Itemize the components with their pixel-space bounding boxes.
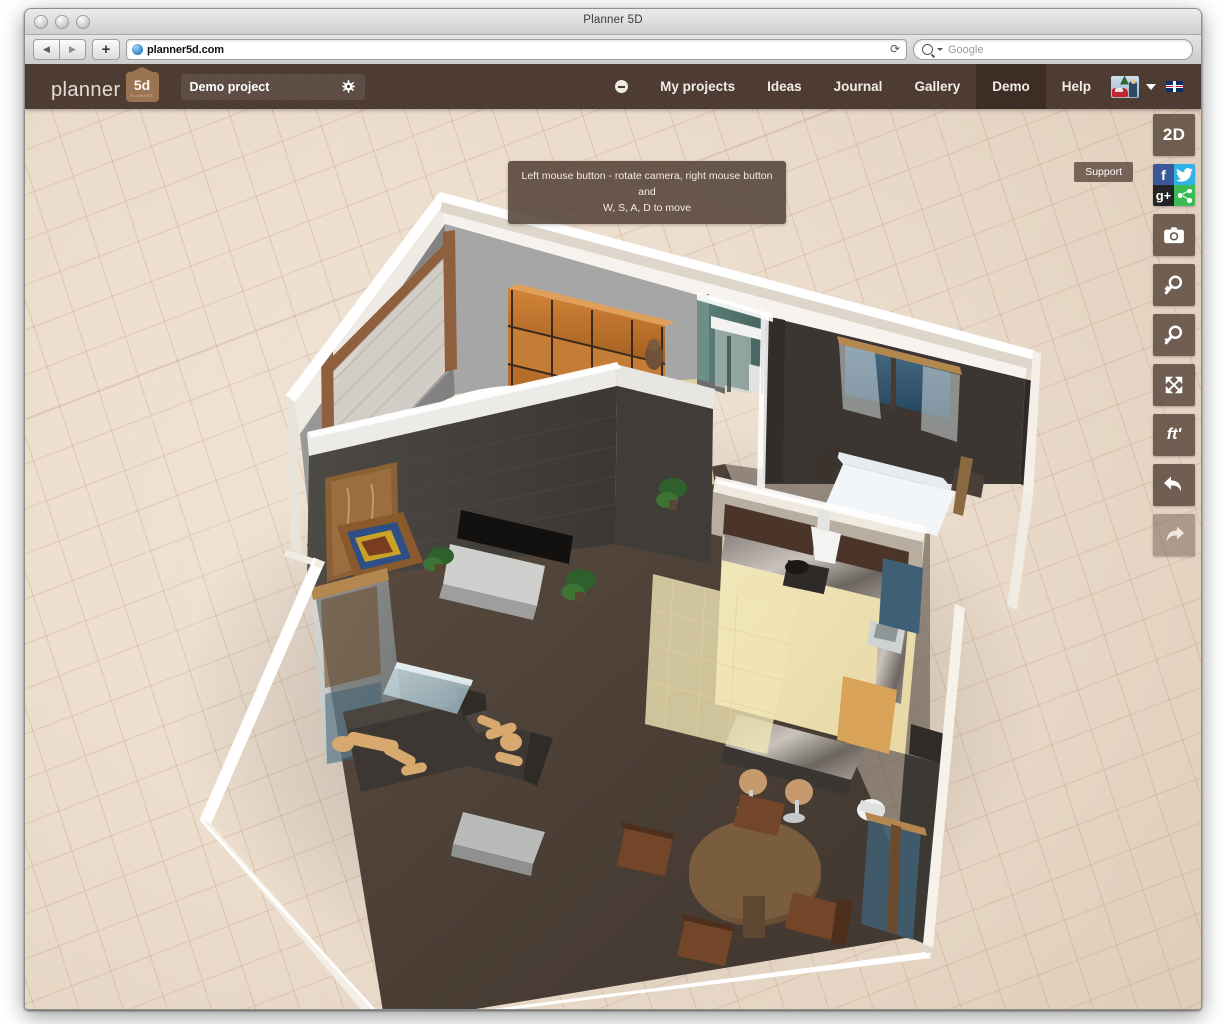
logo-badge-number: 5d bbox=[134, 78, 150, 92]
browser-window: Planner 5D ◀ ▶ + planner5d.com ⟳ Google bbox=[24, 8, 1202, 1010]
viewport-toolbar: 2D f g+ bbox=[1153, 114, 1195, 556]
units-toggle-button[interactable]: ft' bbox=[1153, 414, 1195, 456]
page-content: planner 5d PLANNER Demo project bbox=[25, 64, 1201, 1009]
account-menu[interactable] bbox=[1107, 64, 1162, 109]
address-bar[interactable]: planner5d.com ⟳ bbox=[126, 39, 907, 60]
nav-item-my-projects[interactable]: My projects bbox=[644, 64, 751, 109]
nav-item-demo[interactable]: Demo bbox=[976, 64, 1046, 109]
nav-item-journal[interactable]: Journal bbox=[818, 64, 899, 109]
nav-item-status-icon[interactable] bbox=[599, 64, 644, 109]
search-input[interactable]: Google bbox=[913, 39, 1193, 60]
avatar-head bbox=[1131, 79, 1136, 84]
zoom-out-button[interactable] bbox=[1153, 314, 1195, 356]
search-placeholder: Google bbox=[948, 44, 983, 56]
website-globe-icon bbox=[132, 44, 143, 55]
main-navigation: My projects Ideas Journal Gallery Demo H… bbox=[599, 64, 1201, 109]
undo-button[interactable] bbox=[1153, 464, 1195, 506]
uk-flag-icon bbox=[1166, 81, 1183, 92]
tooltip-line-1: Left mouse button - rotate camera, right… bbox=[518, 168, 776, 200]
avatar-tree bbox=[1120, 76, 1129, 85]
social-share-group[interactable]: f g+ bbox=[1153, 164, 1195, 206]
camera-hint-tooltip: Left mouse button - rotate camera, right… bbox=[508, 161, 786, 224]
twitter-icon[interactable] bbox=[1174, 164, 1195, 185]
minus-circle-icon bbox=[615, 80, 628, 93]
app-header: planner 5d PLANNER Demo project bbox=[25, 64, 1201, 109]
support-button[interactable]: Support bbox=[1074, 162, 1133, 182]
nav-item-ideas[interactable]: Ideas bbox=[751, 64, 818, 109]
logo-wordmark: planner bbox=[51, 79, 121, 102]
nav-item-gallery[interactable]: Gallery bbox=[898, 64, 976, 109]
forward-button[interactable]: ▶ bbox=[59, 39, 86, 60]
share-icon[interactable] bbox=[1174, 185, 1195, 206]
zoom-in-button[interactable] bbox=[1153, 264, 1195, 306]
language-selector[interactable] bbox=[1162, 64, 1201, 109]
screenshot-button[interactable] bbox=[1153, 214, 1195, 256]
fullscreen-button[interactable] bbox=[1153, 364, 1195, 406]
back-button[interactable]: ◀ bbox=[33, 39, 59, 60]
browser-title-bar: Planner 5D bbox=[25, 9, 1201, 35]
view-2d-toggle-button[interactable]: 2D bbox=[1153, 114, 1195, 156]
new-tab-button[interactable]: + bbox=[92, 39, 120, 60]
chevron-down-icon bbox=[1146, 84, 1156, 90]
logo-house-badge: 5d PLANNER bbox=[126, 72, 159, 102]
facebook-icon[interactable]: f bbox=[1153, 164, 1174, 185]
logo-badge-sub: PLANNER bbox=[131, 94, 154, 98]
chevron-down-icon bbox=[937, 48, 943, 51]
reload-icon[interactable]: ⟳ bbox=[888, 42, 902, 56]
project-name: Demo project bbox=[190, 80, 270, 94]
url-text: planner5d.com bbox=[147, 44, 224, 56]
googleplus-icon[interactable]: g+ bbox=[1153, 185, 1174, 206]
project-selector[interactable]: Demo project bbox=[181, 74, 365, 100]
avatar bbox=[1111, 76, 1139, 98]
browser-toolbar: ◀ ▶ + planner5d.com ⟳ Google bbox=[25, 35, 1201, 65]
tooltip-line-2: W, S, A, D to move bbox=[518, 200, 776, 216]
avatar-car-window bbox=[1115, 88, 1123, 92]
search-icon bbox=[922, 44, 933, 55]
planner5d-logo[interactable]: planner 5d PLANNER bbox=[51, 72, 159, 102]
window-title: Planner 5D bbox=[25, 14, 1201, 26]
nav-item-help[interactable]: Help bbox=[1046, 64, 1107, 109]
navigation-buttons: ◀ ▶ bbox=[33, 39, 86, 60]
desktop-background: Planner 5D ◀ ▶ + planner5d.com ⟳ Google bbox=[0, 0, 1224, 1024]
redo-button[interactable] bbox=[1153, 514, 1195, 556]
gear-icon[interactable] bbox=[341, 79, 356, 94]
